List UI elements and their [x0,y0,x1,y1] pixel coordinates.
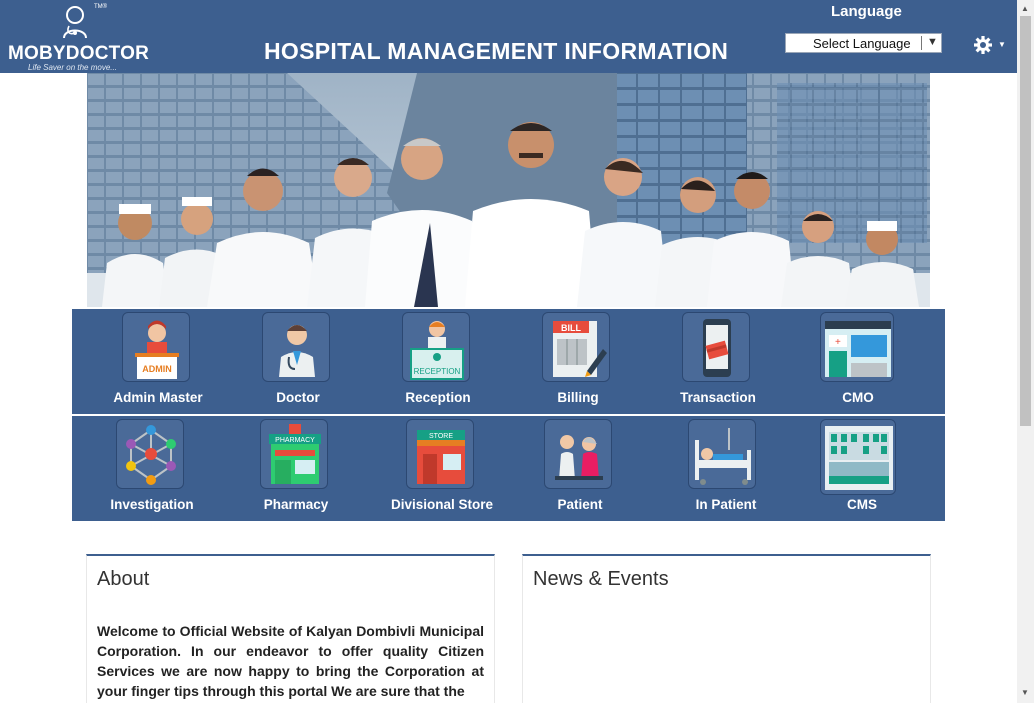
module-patient[interactable]: Patient [510,416,650,521]
language-select[interactable]: Select Language ▼ [785,33,942,53]
module-reception[interactable]: RECEPTION Reception [368,309,508,414]
module-cmo[interactable]: + CMO [788,309,928,414]
module-label: CMO [842,390,874,405]
module-cms[interactable]: CMS [792,416,932,521]
module-label: CMS [847,497,877,512]
module-label: Admin Master [113,390,203,405]
gear-icon [974,36,992,54]
language-select-value: Select Language [813,36,911,51]
module-label: Doctor [276,390,320,405]
modules-row-1: ADMIN Admin Master Doctor RECEPTION Rece… [72,309,945,414]
scroll-thumb[interactable] [1020,16,1031,426]
module-investigation[interactable]: Investigation [82,416,222,521]
about-title: About [97,568,150,590]
svg-text:STORE: STORE [429,433,453,440]
modules-row-2: Investigation PHARMACY Pharmacy STORE Di… [72,416,945,521]
logo-tagline: Life Saver on the move... [28,63,117,72]
news-events-panel: News & Events [522,554,931,703]
dropdown-arrow-icon: ▼ [927,36,938,48]
investigation-icon [116,419,184,489]
svg-text:PHARMACY: PHARMACY [275,437,315,444]
module-admin-master[interactable]: ADMIN Admin Master [88,309,228,414]
admin-icon: ADMIN [122,312,190,382]
doctor-icon [262,312,330,382]
module-billing[interactable]: BILL Billing [508,309,648,414]
module-label: Transaction [680,390,756,405]
svg-text:RECEPTION: RECEPTION [414,367,461,376]
logo-name: MOBYDOCTOR [8,43,149,64]
module-in-patient[interactable]: In Patient [656,416,796,521]
transaction-icon [682,312,750,382]
module-label: Reception [405,390,471,405]
module-label: Investigation [110,497,194,512]
svg-text:ADMIN: ADMIN [142,364,172,374]
in-patient-icon [688,419,756,489]
module-label: Patient [557,497,603,512]
billing-icon: BILL [542,312,610,382]
module-doctor[interactable]: Doctor [228,309,368,414]
news-title: News & Events [533,568,669,590]
settings-menu-button[interactable]: ▼ [972,35,1008,55]
reception-icon: RECEPTION [402,312,470,382]
doctors-team-photo [87,73,930,307]
patient-icon [544,419,612,489]
select-divider [921,36,922,50]
module-transaction[interactable]: Transaction [648,309,788,414]
page-scrollbar[interactable]: ▲ ▼ [1017,0,1034,703]
module-label: Billing [557,390,599,405]
svg-text:BILL: BILL [561,323,581,333]
top-header: TM® MOBYDOCTOR Life Saver on the move...… [0,0,1017,73]
svg-text:+: + [835,337,841,348]
page-title: HOSPITAL MANAGEMENT INFORMATION [264,38,729,64]
logo-doctor-icon [63,6,87,39]
pharmacy-icon: PHARMACY [260,419,328,489]
logo-trademark: TM® [94,4,108,10]
cms-icon [820,419,896,495]
module-label: In Patient [695,497,757,512]
store-icon: STORE [406,419,474,489]
scroll-up-icon[interactable]: ▲ [1021,4,1029,13]
about-text: Welcome to Official Website of Kalyan Do… [97,623,484,699]
logo[interactable]: TM® MOBYDOCTOR Life Saver on the move... [6,2,149,72]
module-label: Divisional Store [390,497,494,512]
language-label: Language [831,3,902,20]
caret-down-icon: ▼ [998,40,1006,49]
about-panel: About Welcome to Official Website of Kal… [86,554,495,703]
module-pharmacy[interactable]: PHARMACY Pharmacy [226,416,366,521]
module-label: Pharmacy [263,497,329,512]
module-divisional-store[interactable]: STORE Divisional Store [372,416,512,521]
hero-banner-image [87,73,930,307]
scroll-down-icon[interactable]: ▼ [1021,688,1029,697]
cmo-icon: + [820,312,894,382]
